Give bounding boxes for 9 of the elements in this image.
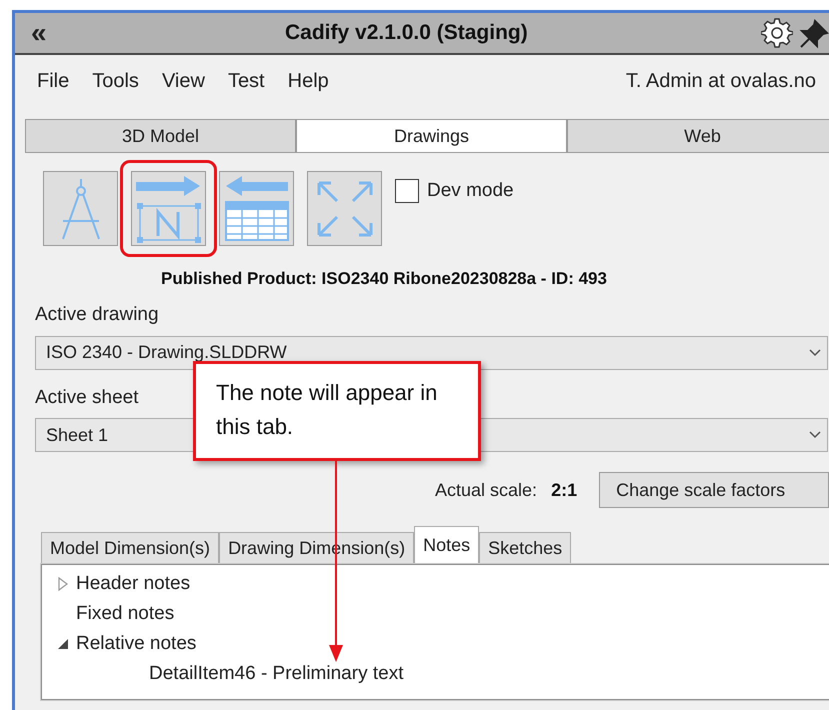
published-product-label: Published Product: ISO2340 Ribone20230828a - ID: 493 xyxy=(161,268,608,290)
user-label: T. Admin at ovalas.no xyxy=(626,69,816,94)
window-title: Cadify v2.1.0.0 (Staging) xyxy=(285,20,528,46)
scale-label: Actual scale: xyxy=(435,478,538,502)
callout-tooltip: The note will appear in this tab. xyxy=(193,361,481,461)
field-label: Active sheet xyxy=(35,386,138,410)
field-label: Active drawing xyxy=(35,303,159,327)
checkbox-label: Dev mode xyxy=(427,179,514,203)
scale-value: 2:1 xyxy=(551,478,578,502)
